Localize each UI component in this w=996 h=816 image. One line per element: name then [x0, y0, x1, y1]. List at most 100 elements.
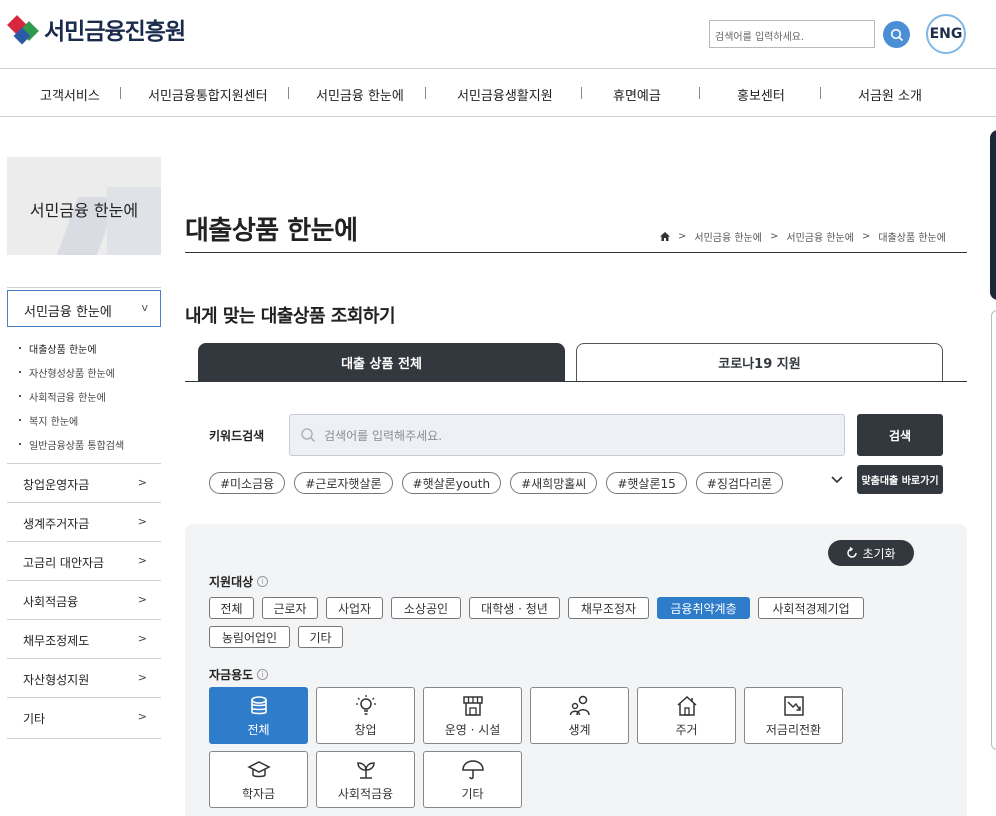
sidebar-item-living[interactable]: 생계주거자금 > [7, 503, 161, 542]
expand-tags-button[interactable] [830, 472, 844, 491]
matched-loan-button[interactable]: 맞춤대출 바로가기 [857, 465, 943, 494]
keyword-tag[interactable]: #햇살론youth [401, 472, 502, 494]
logo[interactable]: 서민금융진흥원 [7, 12, 186, 46]
search-icon [301, 428, 316, 443]
keyword-tag[interactable]: #햇살론15 [606, 472, 687, 494]
section-title: 내게 맞는 대출상품 조회하기 [185, 306, 396, 327]
keyword-tag[interactable]: #미소금융 [209, 472, 286, 494]
chevron-right-icon: > [137, 710, 147, 723]
gnb-item-about[interactable]: 서금원 소개 [858, 85, 922, 104]
keyword-search-button[interactable]: 검색 [857, 414, 943, 456]
sidebar-banner: 서민금융 한눈에 [7, 157, 161, 255]
sidebar-subitem-social[interactable]: 사회적금융 한눈에 [7, 389, 161, 404]
keyword-label: 키워드검색 [209, 429, 265, 443]
target-chip-etc[interactable]: 기타 [298, 626, 343, 648]
sidebar-item-asset-support[interactable]: 자산형성지원 > [7, 659, 161, 698]
use-card-low-rate[interactable]: 저금리전환 [744, 687, 843, 744]
sidebar-item-label: 서민금융 한눈에 [24, 305, 112, 320]
search-icon [890, 28, 903, 41]
breadcrumb: > 서민금융 한눈에 > 서민금융 한눈에 > 대출상품 한눈에 [660, 229, 946, 244]
coins-icon [250, 695, 267, 714]
target-chip-vulnerable[interactable]: 금융취약계층 [657, 597, 750, 619]
sidebar-item-alt-loan[interactable]: 고금리 대안자금 > [7, 542, 161, 581]
sidebar-item-etc[interactable]: 기타 > [7, 698, 161, 739]
use-card-living[interactable]: 생계 [530, 687, 629, 744]
sidebar-item-debt[interactable]: 채무조정제도 > [7, 620, 161, 659]
keyword-tags: #미소금융 #근로자햇살론 #햇살론youth #새희망홀씨 #햇살론15 #징… [209, 472, 784, 494]
use-card-tuition[interactable]: 학자금 [209, 751, 308, 808]
chevron-right-icon: > [137, 671, 147, 684]
target-chip-farmer[interactable]: 농림어업인 [209, 626, 290, 648]
sidebar-subitem-asset[interactable]: 자산형성상품 한눈에 [7, 365, 161, 380]
gnb-divider [699, 87, 700, 99]
sidebar-banner-title: 서민금융 한눈에 [29, 201, 139, 220]
header: 서민금융진흥원 검색어를 입력하세요. ENG [0, 0, 996, 69]
target-chip-social-enterprise[interactable]: 사회적경제기업 [758, 597, 864, 619]
sprout-icon [356, 761, 375, 779]
info-icon[interactable]: i [257, 669, 269, 680]
breadcrumb-item-current: 대출상품 한눈에 [878, 233, 946, 244]
gnb-divider [820, 87, 821, 99]
gnb-divider [581, 87, 582, 99]
target-chip-worker[interactable]: 근로자 [262, 597, 318, 619]
breadcrumb-item[interactable]: 서민금융 한눈에 [786, 229, 854, 244]
gnb-item-dormant-deposit[interactable]: 휴면예금 [613, 85, 661, 104]
use-card-all[interactable]: 전체 [209, 687, 308, 744]
chevron-right-icon: > [137, 554, 147, 567]
chevron-right-icon: > [137, 593, 147, 606]
keyword-tag[interactable]: #근로자햇살론 [294, 472, 393, 494]
chevron-down-icon [831, 476, 843, 484]
gnb-item-life-support[interactable]: 서민금융생활지원 [457, 85, 553, 104]
divider [7, 287, 161, 288]
side-quick-panel[interactable] [990, 130, 996, 300]
chevron-right-icon: > [137, 515, 147, 528]
tab-covid19[interactable]: 코로나19 지원 [576, 343, 943, 381]
keyword-tag[interactable]: #새희망홀씨 [510, 472, 598, 494]
graduation-cap-icon [246, 760, 271, 777]
global-nav: 고객서비스 서민금융통합지원센터 서민금융 한눈에 서민금융생활지원 휴면예금 … [0, 69, 996, 117]
header-search-input[interactable]: 검색어를 입력하세요. [709, 20, 875, 48]
use-card-housing[interactable]: 주거 [637, 687, 736, 744]
gnb-divider [288, 87, 289, 99]
target-chip-student[interactable]: 대학생 · 청년 [469, 597, 560, 619]
target-chip-business[interactable]: 사업자 [326, 597, 383, 619]
reset-button[interactable]: 초기화 [828, 540, 914, 566]
use-label: 자금용도 i [209, 666, 269, 683]
sidebar-subitem-general[interactable]: 일반금융상품 통합검색 [7, 437, 161, 452]
use-card-startup[interactable]: 창업 [316, 687, 415, 744]
target-chip-small-business[interactable]: 소상공인 [391, 597, 461, 619]
use-card-social-finance[interactable]: 사회적금융 [316, 751, 415, 808]
sidebar-subitem-loan[interactable]: 대출상품 한눈에 [7, 341, 161, 356]
header-search-button[interactable] [883, 21, 910, 48]
divider [185, 381, 967, 382]
sidebar-item-active[interactable]: 서민금융 한눈에 v [7, 290, 161, 327]
eng-label: ENG [929, 26, 963, 42]
gnb-item-integrated-center[interactable]: 서민금융통합지원센터 [148, 85, 268, 104]
gnb-item-overview[interactable]: 서민금융 한눈에 [316, 85, 404, 104]
logo-mark-icon [7, 14, 40, 45]
breadcrumb-item[interactable]: 서민금융 한눈에 [694, 229, 762, 244]
gnb-divider [425, 87, 426, 99]
tab-all-loans[interactable]: 대출 상품 전체 [198, 343, 565, 381]
home-icon[interactable] [660, 232, 670, 241]
info-icon[interactable]: i [257, 576, 269, 587]
keyword-search-input[interactable]: 검색어를 입력해주세요. [289, 414, 845, 456]
reset-icon [847, 547, 858, 558]
sidebar-item-social-finance[interactable]: 사회적금융 > [7, 581, 161, 620]
target-label: 지원대상 i [209, 573, 269, 590]
target-chip-debtor[interactable]: 채무조정자 [568, 597, 649, 619]
gnb-item-customer-service[interactable]: 고객서비스 [40, 85, 100, 104]
language-eng-button[interactable]: ENG [926, 14, 966, 54]
divider [185, 252, 967, 253]
gnb-item-pr-center[interactable]: 홍보센터 [737, 85, 785, 104]
logo-text: 서민금융진흥원 [44, 19, 186, 45]
umbrella-icon [461, 759, 484, 779]
page-title: 대출상품 한눈에 [185, 216, 358, 246]
scrollbar[interactable] [991, 310, 996, 750]
sidebar-subitem-welfare[interactable]: 복지 한눈에 [7, 413, 161, 428]
sidebar-item-startup[interactable]: 창업운영자금 > [7, 464, 161, 503]
keyword-tag[interactable]: #징검다리론 [695, 472, 784, 494]
use-card-etc[interactable]: 기타 [423, 751, 522, 808]
use-card-operation[interactable]: 운영 · 시설 [423, 687, 522, 744]
target-chip-all[interactable]: 전체 [209, 597, 254, 619]
